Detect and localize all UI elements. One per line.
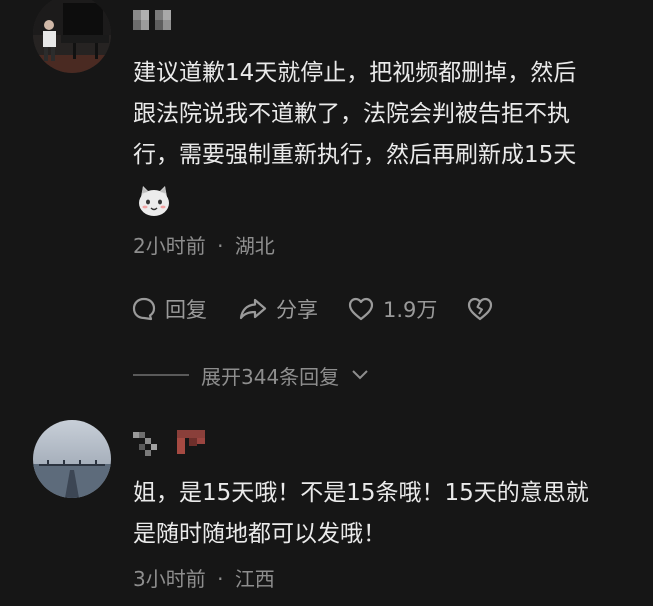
- share-arrow-icon: [239, 298, 267, 320]
- meta-separator: ·: [217, 234, 224, 258]
- share-button[interactable]: 分享: [238, 293, 318, 325]
- heart-icon: [348, 297, 374, 321]
- avatar-image-icon: [33, 0, 111, 73]
- like-count: 1.9万: [383, 298, 438, 322]
- comment-meta: 3小时前 · 江西: [133, 566, 275, 592]
- comment-meta: 2小时前 · 湖北: [133, 233, 275, 259]
- timestamp: 3小时前: [133, 567, 206, 591]
- expand-replies-button[interactable]: 展开344条回复: [133, 360, 369, 390]
- meta-separator: ·: [217, 567, 224, 591]
- avatar[interactable]: [33, 0, 111, 73]
- divider-line: [133, 374, 189, 376]
- comment-bubble-icon: [132, 297, 156, 321]
- reply-label: 回复: [165, 298, 207, 322]
- comment-text: 建议道歉14天就停止，把视频都删掉，然后 跟法院说我不道歉了，法院会判被告拒不执…: [133, 60, 577, 168]
- avatar[interactable]: [33, 420, 111, 498]
- comment-text: 姐，是15天哦！不是15条哦！15天的意思就 是随时随地都可以发哦！: [133, 480, 589, 547]
- avatar-image-icon: [33, 420, 111, 498]
- timestamp: 2小时前: [133, 234, 206, 258]
- username-pixelated[interactable]: [133, 428, 213, 456]
- reply-button[interactable]: 回复: [131, 293, 207, 325]
- dislike-button[interactable]: [466, 293, 494, 325]
- location: 湖北: [234, 234, 275, 258]
- share-label: 分享: [276, 298, 318, 322]
- expand-replies-label: 展开344条回复: [201, 364, 340, 389]
- username-pixelated[interactable]: [133, 8, 179, 34]
- cat-face-emoji-icon: [136, 183, 172, 219]
- chevron-down-icon: [352, 370, 368, 380]
- like-button[interactable]: 1.9万: [347, 293, 437, 325]
- broken-heart-icon: [467, 297, 493, 321]
- location: 江西: [234, 567, 275, 591]
